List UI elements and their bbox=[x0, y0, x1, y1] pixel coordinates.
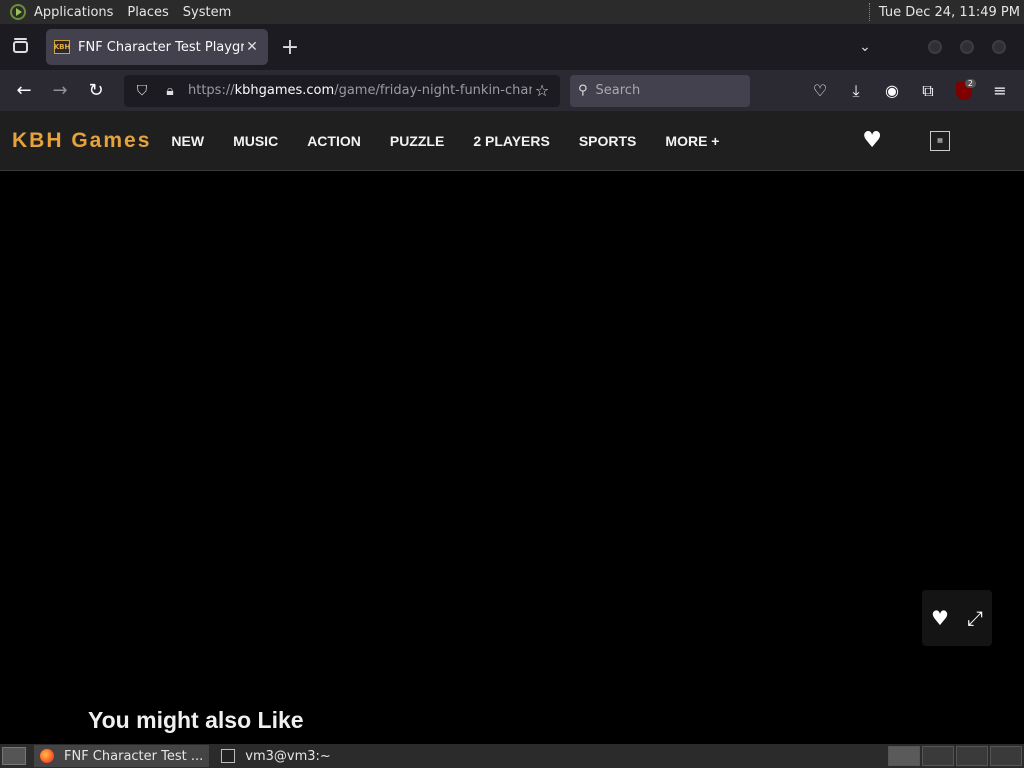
forward-button[interactable]: → bbox=[42, 75, 78, 107]
bookmark-star-icon[interactable]: ☆ bbox=[532, 81, 552, 100]
url-text[interactable]: https://kbhgames.com/game/friday-night-f… bbox=[188, 83, 532, 98]
url-scheme: https:// bbox=[188, 83, 235, 98]
site-nav-action[interactable]: ACTION bbox=[307, 133, 361, 149]
account-icon[interactable]: ◉ bbox=[874, 75, 910, 107]
section-heading-you-might-also-like: You might also Like bbox=[88, 707, 304, 733]
site-nav-2-players[interactable]: 2 PLAYERS bbox=[473, 133, 550, 149]
url-path: /game/friday-night-funkin-char bbox=[334, 83, 532, 98]
downloads-icon[interactable]: ⤓ bbox=[838, 75, 874, 107]
search-placeholder: Search bbox=[595, 83, 641, 98]
terminal-icon bbox=[221, 749, 236, 763]
back-button[interactable]: ← bbox=[6, 75, 42, 107]
favorite-heart-icon[interactable]: ♥ bbox=[931, 606, 949, 630]
desktop-taskbar: FNF Character Test ... vm3@vm3:~ bbox=[0, 744, 1024, 768]
site-nav-more[interactable]: MORE + bbox=[665, 133, 719, 149]
maximize-window-button[interactable] bbox=[960, 40, 974, 54]
search-icon: ⚲ bbox=[578, 83, 588, 98]
taskbar-item-label: vm3@vm3:~ bbox=[245, 748, 331, 764]
desktop-top-panel: Applications Places System Tue Dec 24, 1… bbox=[0, 0, 1024, 24]
site-nav-new[interactable]: NEW bbox=[171, 133, 204, 149]
tracking-protection-shield-icon[interactable]: ⛉ bbox=[132, 83, 152, 99]
site-nav-sports[interactable]: SPORTS bbox=[579, 133, 637, 149]
close-window-button[interactable] bbox=[992, 40, 1006, 54]
browser-tab-bar: KBH FNF Character Test Playgro ✕ + ⌄ bbox=[0, 24, 1024, 70]
menu-system[interactable]: System bbox=[183, 5, 231, 20]
game-canvas[interactable] bbox=[0, 172, 1024, 744]
tab-close-icon[interactable]: ✕ bbox=[244, 39, 260, 55]
ublock-count-badge: 2 bbox=[964, 78, 976, 88]
kbh-favicon-icon: KBH bbox=[54, 40, 70, 54]
site-nav-puzzle[interactable]: PUZZLE bbox=[390, 133, 444, 149]
browser-nav-bar: ← → ↻ ⛉ 🔒︎ https://kbhgames.com/game/fri… bbox=[0, 70, 1024, 111]
menu-places[interactable]: Places bbox=[127, 5, 168, 20]
taskbar-item-terminal[interactable]: vm3@vm3:~ bbox=[215, 745, 337, 767]
workspace-2[interactable] bbox=[922, 746, 954, 766]
pocket-icon[interactable]: ♡ bbox=[802, 75, 838, 107]
new-tab-button[interactable]: + bbox=[270, 29, 310, 65]
favorites-heart-icon[interactable]: ♥ bbox=[862, 128, 882, 153]
search-input[interactable]: ⚲ Search bbox=[570, 74, 750, 107]
site-nav-music[interactable]: MUSIC bbox=[233, 133, 278, 149]
qr-code-icon[interactable]: ▦ bbox=[930, 130, 950, 151]
reload-button[interactable]: ↻ bbox=[78, 75, 114, 107]
tab-fnf-character-test[interactable]: KBH FNF Character Test Playgro ✕ bbox=[46, 29, 268, 65]
app-menu-hamburger-icon[interactable]: ≡ bbox=[982, 75, 1018, 107]
site-logo[interactable]: KBH Games bbox=[12, 129, 151, 153]
panel-separator bbox=[868, 3, 871, 21]
extensions-puzzle-icon[interactable]: ⧉ bbox=[910, 75, 946, 107]
url-bar[interactable]: ⛉ 🔒︎ https://kbhgames.com/game/friday-ni… bbox=[124, 74, 560, 107]
game-controls: ♥ ⤢ bbox=[922, 590, 992, 646]
ublock-origin-button[interactable]: 2 bbox=[946, 75, 982, 107]
url-host: kbhgames.com bbox=[234, 83, 335, 98]
lock-icon[interactable]: 🔒︎ bbox=[160, 83, 180, 99]
workspace-3[interactable] bbox=[956, 746, 988, 766]
firefox-view-icon bbox=[12, 38, 28, 53]
list-all-tabs-chevron-icon[interactable]: ⌄ bbox=[850, 39, 880, 55]
site-header: KBH Games NEW MUSIC ACTION PUZZLE 2 PLAY… bbox=[0, 111, 1024, 171]
taskbar-item-label: FNF Character Test ... bbox=[64, 748, 204, 764]
firefox-icon bbox=[40, 749, 54, 763]
workspace-4[interactable] bbox=[990, 746, 1022, 766]
workspace-1[interactable] bbox=[888, 746, 920, 766]
firefox-view-button[interactable] bbox=[0, 24, 40, 70]
menu-applications[interactable]: Applications bbox=[34, 5, 113, 20]
tab-title: FNF Character Test Playgro bbox=[78, 39, 244, 55]
distro-logo-icon[interactable] bbox=[10, 4, 26, 20]
minimize-window-button[interactable] bbox=[928, 40, 942, 54]
taskbar-item-firefox[interactable]: FNF Character Test ... bbox=[34, 745, 210, 767]
show-desktop-icon[interactable] bbox=[2, 747, 26, 765]
panel-clock[interactable]: Tue Dec 24, 11:49 PM bbox=[879, 5, 1020, 20]
fullscreen-expand-icon[interactable]: ⤢ bbox=[967, 606, 983, 630]
